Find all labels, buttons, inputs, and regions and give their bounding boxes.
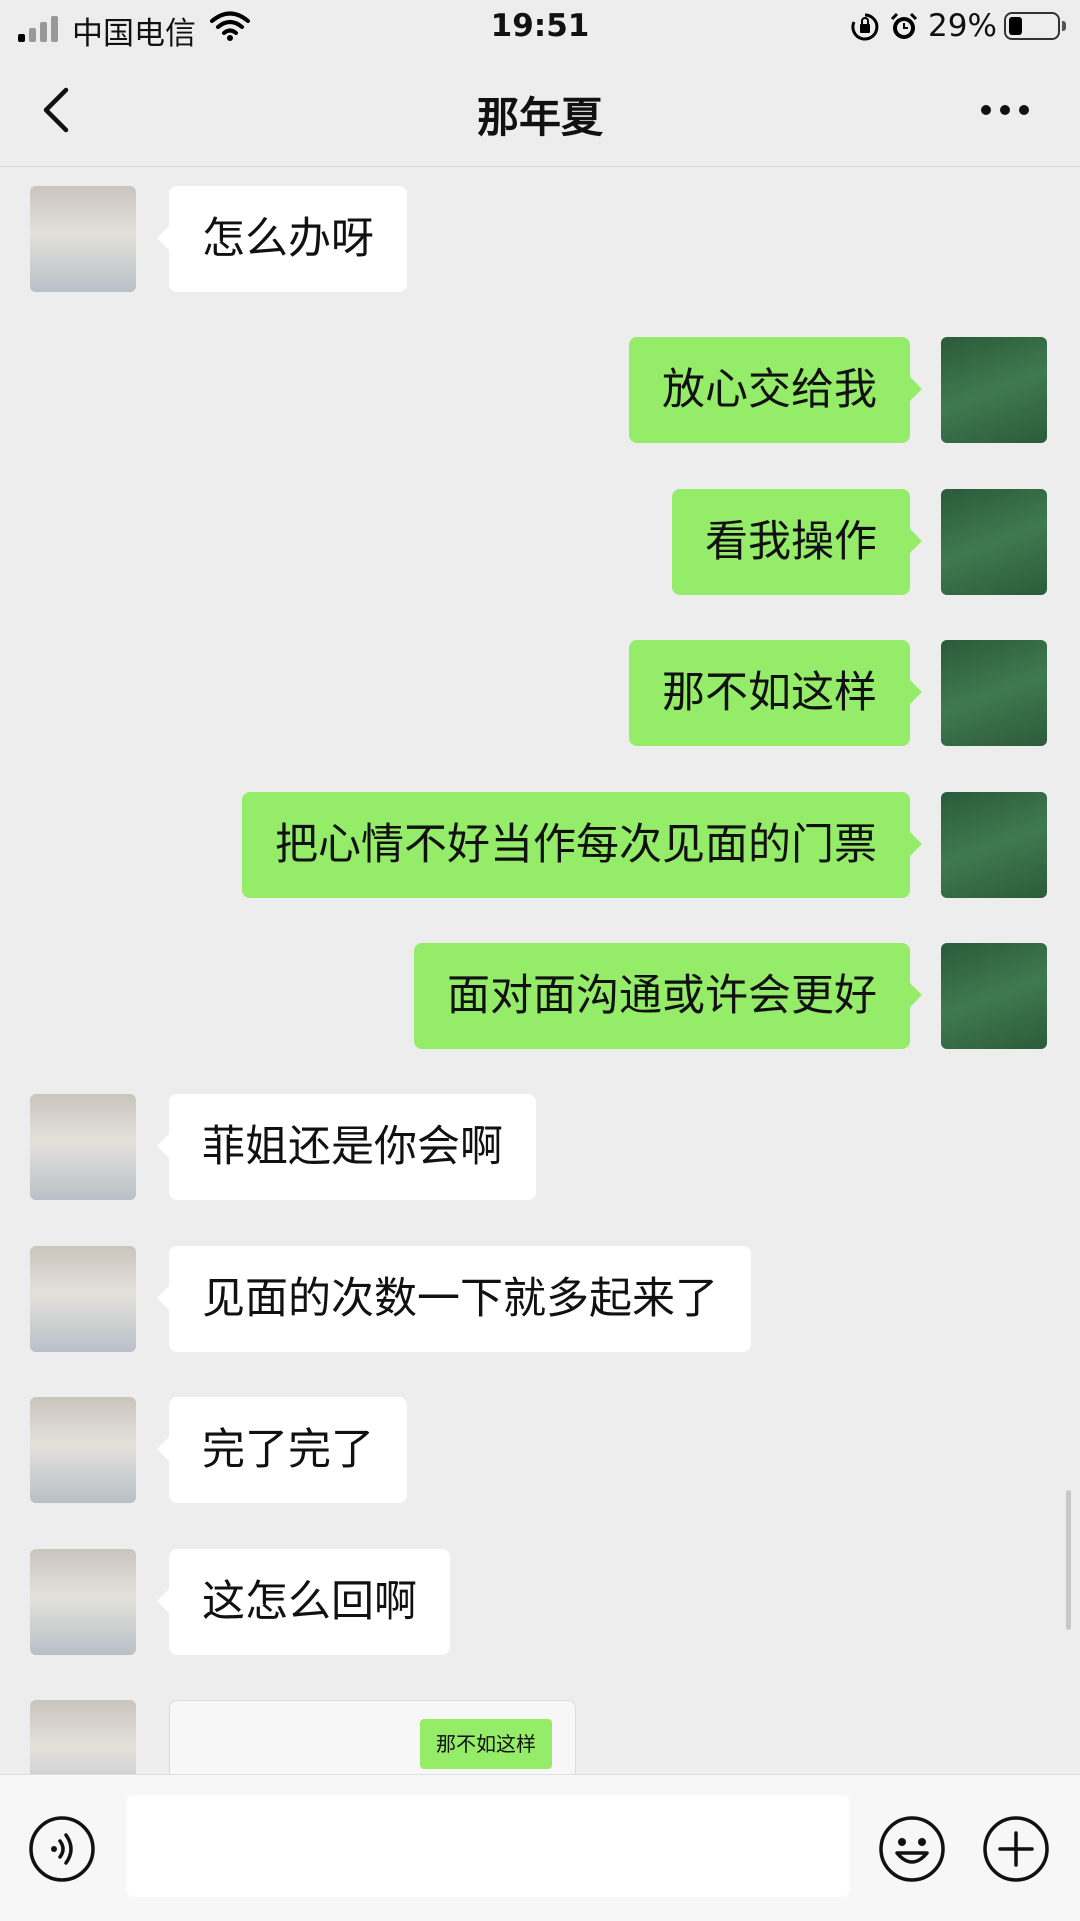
message-row: 见面的次数一下就多起来了: [0, 1246, 1080, 1352]
status-bar: 中国电信 19:51 29%: [0, 0, 1080, 54]
image-message[interactable]: 那不如这样: [169, 1700, 576, 1782]
message-row: 这怎么回啊: [0, 1549, 1080, 1655]
emoji-icon[interactable]: [878, 1815, 946, 1883]
message-bubble[interactable]: 看我操作: [672, 489, 922, 595]
message-bubble[interactable]: 见面的次数一下就多起来了: [157, 1246, 751, 1352]
alarm-icon: [890, 12, 918, 39]
message-row: 那不如这样: [0, 640, 1080, 746]
message-input[interactable]: [126, 1795, 850, 1897]
message-row: 把心情不好当作每次见面的门票: [0, 792, 1080, 898]
message-row: 面对面沟通或许会更好: [0, 943, 1080, 1049]
message-bubble[interactable]: 完了完了: [157, 1397, 407, 1503]
message-row: 菲姐还是你会啊: [0, 1094, 1080, 1200]
avatar[interactable]: [941, 489, 1047, 595]
chat-header: 那年夏: [0, 54, 1080, 167]
chat-title: 那年夏: [476, 93, 603, 142]
message-row: 看我操作: [0, 489, 1080, 595]
more-icon[interactable]: [980, 104, 1030, 116]
avatar[interactable]: [941, 640, 1047, 746]
avatar[interactable]: [941, 337, 1047, 443]
message-row: 完了完了: [0, 1397, 1080, 1503]
scrollbar[interactable]: [1066, 1490, 1071, 1630]
battery-percent: 29%: [928, 8, 997, 44]
avatar[interactable]: [30, 1246, 136, 1352]
message-bubble[interactable]: 这怎么回啊: [157, 1549, 450, 1655]
avatar[interactable]: [941, 792, 1047, 898]
avatar[interactable]: [30, 1094, 136, 1200]
orientation-lock-icon: [851, 13, 879, 41]
message-bubble[interactable]: 那不如这样: [629, 640, 922, 746]
message-bubble[interactable]: 面对面沟通或许会更好: [414, 943, 922, 1049]
input-bar: [0, 1774, 1080, 1921]
message-bubble[interactable]: 把心情不好当作每次见面的门票: [242, 792, 922, 898]
avatar[interactable]: [941, 943, 1047, 1049]
message-bubble[interactable]: 怎么办呀: [157, 186, 407, 292]
avatar[interactable]: [30, 186, 136, 292]
avatar[interactable]: [30, 1397, 136, 1503]
message-bubble[interactable]: 放心交给我: [629, 337, 922, 443]
plus-icon[interactable]: [982, 1815, 1050, 1883]
avatar[interactable]: [30, 1549, 136, 1655]
quoted-bubble: 那不如这样: [420, 1719, 552, 1769]
message-row: 怎么办呀: [0, 186, 1080, 292]
message-row: 放心交给我: [0, 337, 1080, 443]
message-bubble[interactable]: 菲姐还是你会啊: [157, 1094, 536, 1200]
voice-icon[interactable]: [28, 1815, 96, 1883]
battery-tip: [1062, 21, 1066, 31]
battery-icon: [1004, 12, 1060, 40]
